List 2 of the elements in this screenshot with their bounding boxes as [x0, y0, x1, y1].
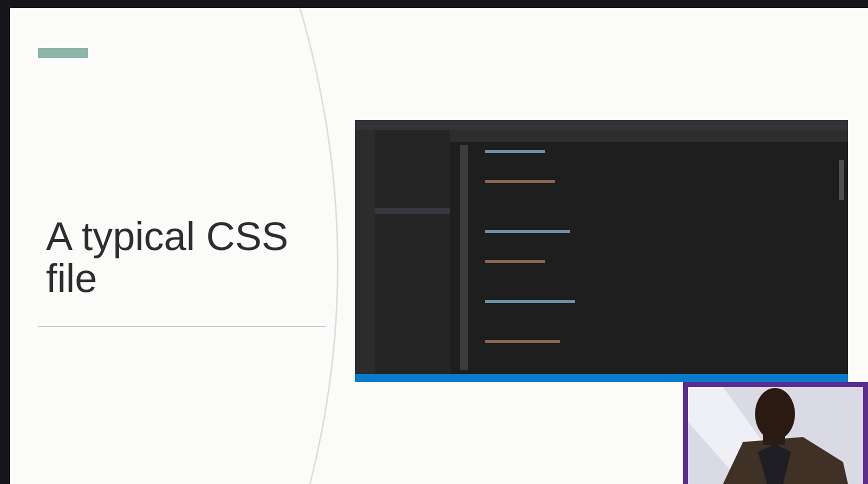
- accent-bar: [38, 48, 88, 58]
- slide-title: A typical CSS file: [46, 216, 290, 300]
